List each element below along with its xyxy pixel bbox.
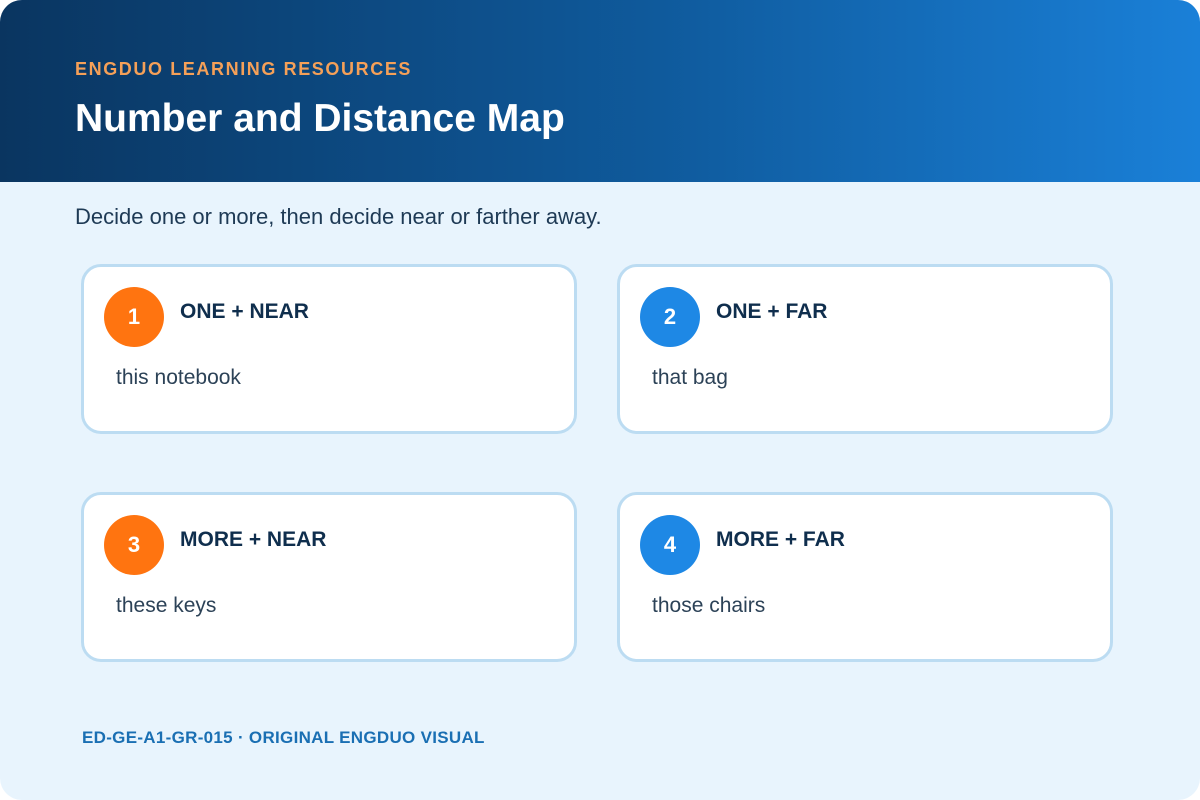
number-badge: 3 — [104, 515, 164, 575]
card-one-near: 1 ONE + NEAR this notebook — [81, 264, 577, 434]
card-label: MORE + FAR — [716, 528, 845, 551]
number-badge: 2 — [640, 287, 700, 347]
instruction-text: Decide one or more, then decide near or … — [75, 204, 602, 229]
card-label: ONE + FAR — [716, 300, 828, 323]
card-example: these keys — [116, 594, 217, 617]
card-more-far: 4 MORE + FAR those chairs — [617, 492, 1113, 662]
brand-eyebrow: ENGDUO LEARNING RESOURCES — [75, 59, 413, 79]
card-more-near: 3 MORE + NEAR these keys — [81, 492, 577, 662]
number-badge: 1 — [104, 287, 164, 347]
card-example: that bag — [652, 366, 728, 389]
card-label: ONE + NEAR — [180, 300, 309, 323]
card-example: this notebook — [116, 366, 241, 389]
card-example: those chairs — [652, 594, 766, 617]
resource-card: ENGDUO LEARNING RESOURCES Number and Dis… — [0, 0, 1200, 800]
footer-code: ED-GE-A1-GR-015 · ORIGINAL ENGDUO VISUAL — [82, 728, 485, 747]
card-one-far: 2 ONE + FAR that bag — [617, 264, 1113, 434]
header-banner: ENGDUO LEARNING RESOURCES Number and Dis… — [0, 0, 1200, 182]
number-badge: 4 — [640, 515, 700, 575]
page-title: Number and Distance Map — [75, 97, 565, 140]
card-label: MORE + NEAR — [180, 528, 327, 551]
